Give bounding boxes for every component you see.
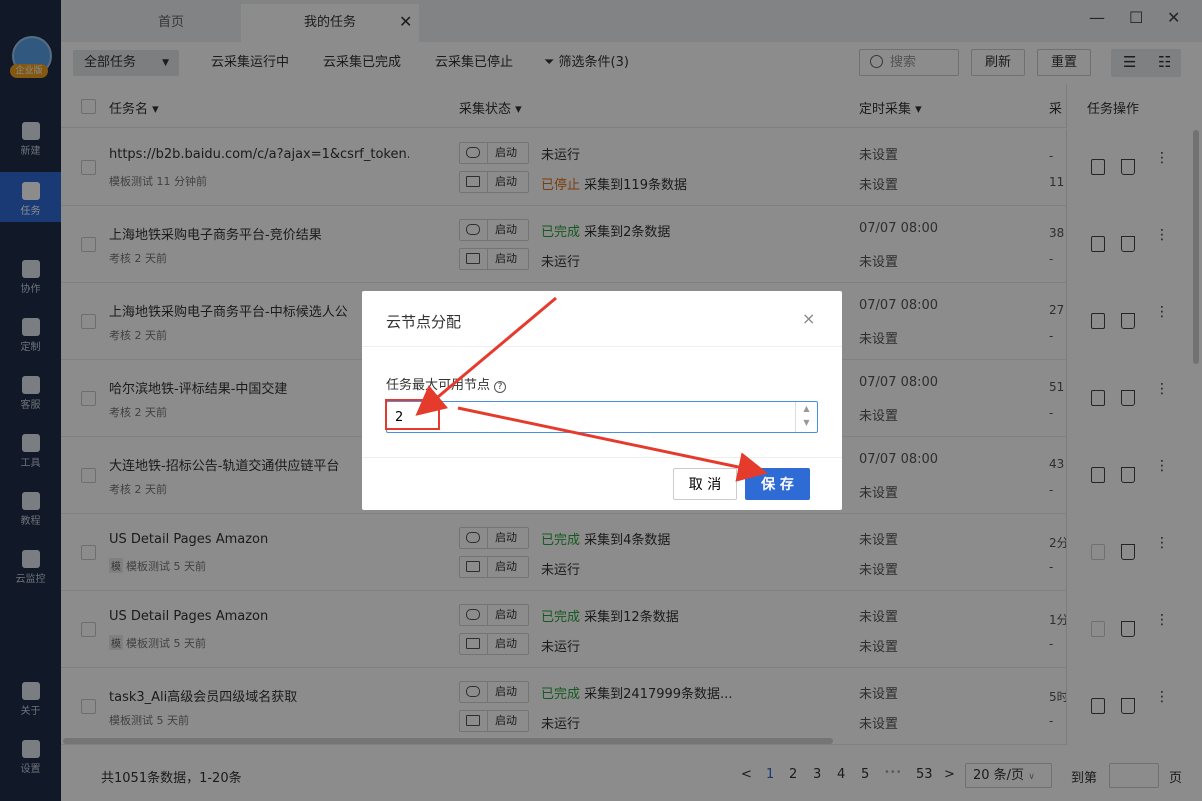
dialog-footer-divider xyxy=(362,457,842,458)
dialog-close-icon[interactable]: × xyxy=(802,309,815,328)
help-icon[interactable]: ? xyxy=(494,381,507,393)
cloud-node-dialog: 云节点分配 × 任务最大可用节点? ▲▼ 取 消 保 存 xyxy=(362,291,842,510)
dialog-title: 云节点分配 xyxy=(386,313,462,331)
max-nodes-input[interactable] xyxy=(386,401,818,433)
save-button[interactable]: 保 存 xyxy=(745,468,810,500)
dialog-divider xyxy=(362,346,842,347)
increment-icon[interactable]: ▲ xyxy=(796,402,817,416)
max-nodes-label: 任务最大可用节点? xyxy=(386,374,507,393)
cancel-button[interactable]: 取 消 xyxy=(673,468,737,500)
number-stepper[interactable]: ▲ ▼ xyxy=(795,402,817,432)
decrement-icon[interactable]: ▼ xyxy=(796,416,817,430)
